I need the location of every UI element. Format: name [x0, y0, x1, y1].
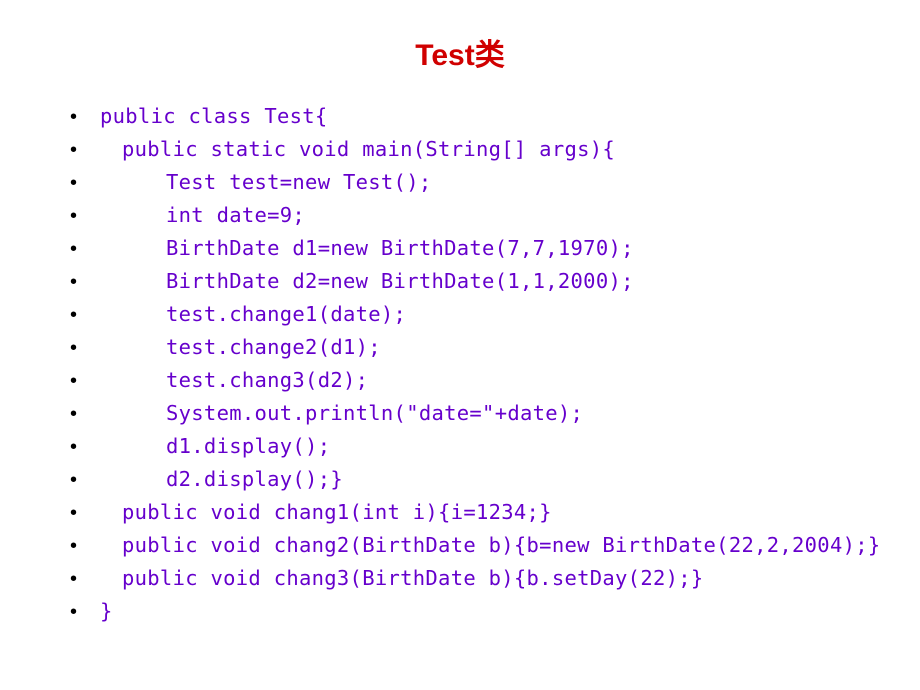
code-line: •d2.display();}	[70, 467, 850, 492]
bullet-icon: •	[70, 172, 100, 195]
bullet-icon: •	[70, 337, 100, 360]
code-text: public void chang1(int i){i=1234;}	[100, 500, 552, 524]
bullet-icon: •	[70, 205, 100, 228]
bullet-icon: •	[70, 469, 100, 492]
code-text: public void chang3(BirthDate b){b.setDay…	[100, 566, 704, 590]
code-text: d2.display();}	[100, 467, 343, 491]
code-text: test.chang3(d2);	[100, 368, 368, 392]
bullet-icon: •	[70, 568, 100, 591]
bullet-icon: •	[70, 139, 100, 162]
bullet-icon: •	[70, 271, 100, 294]
code-text: Test test=new Test();	[100, 170, 431, 194]
code-text: }	[100, 599, 113, 623]
code-line: •BirthDate d2=new BirthDate(1,1,2000);	[70, 269, 850, 294]
code-text: int date=9;	[100, 203, 305, 227]
bullet-icon: •	[70, 502, 100, 525]
bullet-icon: •	[70, 403, 100, 426]
code-line: •BirthDate d1=new BirthDate(7,7,1970);	[70, 236, 850, 261]
code-text: d1.display();	[100, 434, 330, 458]
bullet-icon: •	[70, 304, 100, 327]
code-text: public static void main(String[] args){	[100, 137, 615, 161]
code-line: •public void chang1(int i){i=1234;}	[70, 500, 850, 525]
code-line: •test.change2(d1);	[70, 335, 850, 360]
code-line: •System.out.println("date="+date);	[70, 401, 850, 426]
code-line: •}	[70, 599, 850, 624]
bullet-icon: •	[70, 535, 100, 558]
bullet-icon: •	[70, 601, 100, 624]
code-line: •public static void main(String[] args){	[70, 137, 850, 162]
code-line: •public class Test{	[70, 104, 850, 129]
bullet-icon: •	[70, 238, 100, 261]
code-text: BirthDate d1=new BirthDate(7,7,1970);	[100, 236, 634, 260]
code-line: •test.chang3(d2);	[70, 368, 850, 393]
code-text: BirthDate d2=new BirthDate(1,1,2000);	[100, 269, 634, 293]
code-line: •Test test=new Test();	[70, 170, 850, 195]
code-line: •int date=9;	[70, 203, 850, 228]
code-list: •public class Test{•public static void m…	[70, 104, 850, 624]
code-text: public class Test{	[100, 104, 328, 128]
code-line: •test.change1(date);	[70, 302, 850, 327]
slide-title: Test类	[70, 30, 850, 74]
code-line: •public void chang3(BirthDate b){b.setDa…	[70, 566, 850, 591]
code-text: test.change1(date);	[100, 302, 406, 326]
code-text: public void chang2(BirthDate b){b=new Bi…	[100, 533, 881, 557]
code-line: •public void chang2(BirthDate b){b=new B…	[70, 533, 850, 558]
code-text: test.change2(d1);	[100, 335, 381, 359]
bullet-icon: •	[70, 370, 100, 393]
bullet-icon: •	[70, 436, 100, 459]
code-line: •d1.display();	[70, 434, 850, 459]
code-text: System.out.println("date="+date);	[100, 401, 583, 425]
bullet-icon: •	[70, 106, 100, 129]
